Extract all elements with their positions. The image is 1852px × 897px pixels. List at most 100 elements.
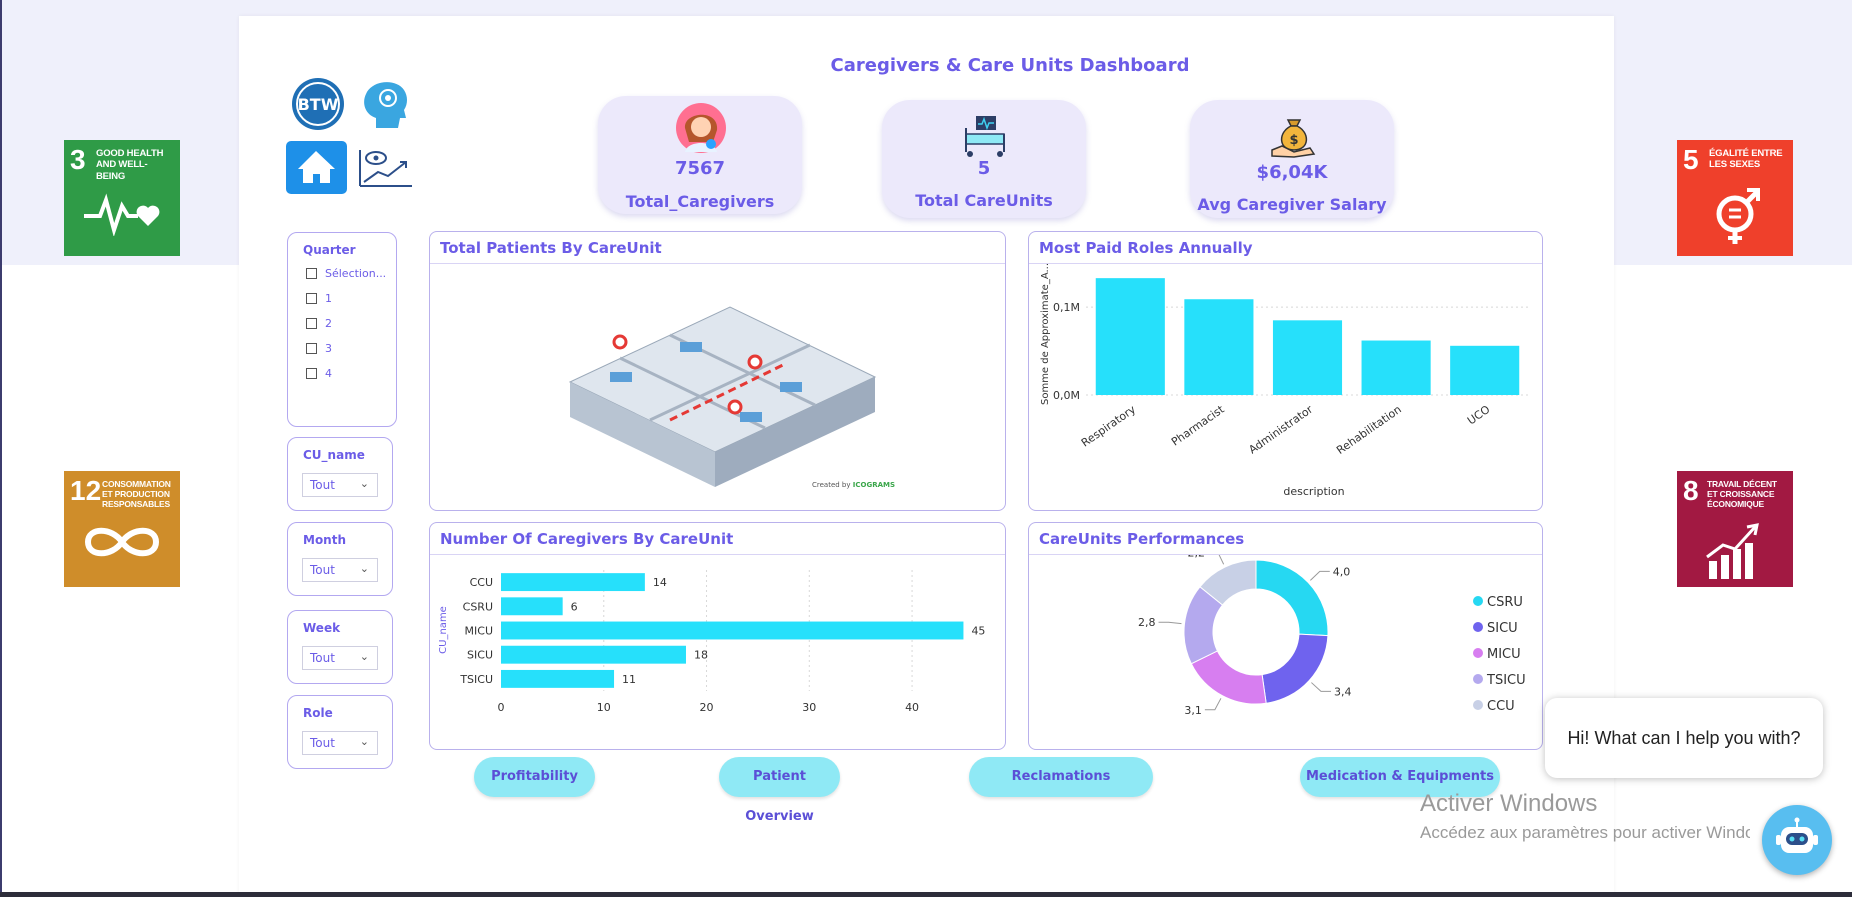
chatbot-button[interactable] <box>1762 805 1832 875</box>
y-tick-label: 0,1M <box>1053 301 1080 314</box>
cu-name-dropdown-value: Tout <box>310 478 335 492</box>
quarter-slicer-title: Quarter <box>303 243 356 257</box>
week-slicer: Week Tout ⌄ <box>287 610 393 684</box>
sdg-8-text: TRAVAIL DÉCENT ET CROISSANCE ÉCONOMIQUE <box>1707 479 1777 510</box>
patients-panel-title: Total Patients By CareUnit <box>440 239 662 257</box>
infinity-loop-icon <box>84 527 160 557</box>
month-slicer-title: Month <box>303 533 347 547</box>
checkbox[interactable] <box>306 318 317 329</box>
checkbox[interactable] <box>306 343 317 354</box>
donut-slice <box>1261 633 1329 704</box>
bar <box>1184 299 1254 395</box>
quarter-slicer: Quarter Sélection... 1 2 3 4 <box>287 232 397 427</box>
y-tick-label: CSRU <box>463 600 493 613</box>
checkbox[interactable] <box>306 368 317 379</box>
role-dropdown[interactable]: Tout ⌄ <box>302 731 378 755</box>
heartbeat-icon <box>84 193 160 236</box>
nurse-avatar-icon <box>676 103 726 153</box>
y-tick-label: CCU <box>470 576 493 589</box>
legend-label: CCU <box>1487 699 1515 714</box>
home-button[interactable] <box>286 141 347 194</box>
y-tick-label: TSICU <box>459 673 493 686</box>
caregivers-hbar-chart: 0 10 20 30 40 CCU 14 CSRU 6 MICU 45 SICU 18 TSICU 11 CU… <box>438 570 985 714</box>
sdg-5-text: ÉGALITÉ ENTRE LES SEXES <box>1709 148 1783 171</box>
x-tick-label: 40 <box>905 701 919 714</box>
panel-divider <box>430 263 1005 264</box>
legend-swatch <box>1473 622 1483 632</box>
home-icon <box>298 151 335 183</box>
month-dropdown-value: Tout <box>310 563 335 577</box>
reclamations-button[interactable]: Reclamations <box>969 757 1153 797</box>
checkbox[interactable] <box>306 293 317 304</box>
data-label: 6 <box>571 600 578 613</box>
page-title: Caregivers & Care Units Dashboard <box>830 55 1190 76</box>
icograms-credit: Created by ICOGRAMS <box>812 481 895 489</box>
sdg-8-number: 8 <box>1683 475 1699 506</box>
month-dropdown[interactable]: Tout ⌄ <box>302 558 378 582</box>
data-label: 2,2 <box>1188 555 1206 560</box>
ai-head-icon[interactable] <box>356 76 414 132</box>
kpi-avg-salary: $ $6,04K Avg Caregiver Salary <box>1190 100 1394 218</box>
chatbot-message-bubble[interactable]: Hi! What can I help you with? <box>1545 698 1823 778</box>
profitability-button[interactable]: Profitability <box>474 757 595 797</box>
data-label: 2,8 <box>1138 616 1156 629</box>
caregivers-panel-title: Number Of Caregivers By CareUnit <box>440 530 734 548</box>
y-axis-label: CU_name <box>438 606 449 654</box>
data-label: 45 <box>971 625 985 638</box>
hospital-bed-icon <box>965 116 1005 157</box>
bar <box>1450 345 1520 395</box>
leader-line <box>1204 698 1222 711</box>
kpi-total-caregivers: 7567 Total_Caregivers <box>598 96 802 214</box>
bar <box>501 621 964 640</box>
data-label: 4,0 <box>1333 565 1351 578</box>
chevron-down-icon: ⌄ <box>359 477 369 490</box>
week-dropdown[interactable]: Tout ⌄ <box>302 646 378 670</box>
caregivers-by-careunit-panel: Number Of Caregivers By CareUnit 0 10 20 30… <box>429 522 1006 750</box>
x-tick-label: Pharmacist <box>1169 402 1227 448</box>
patient-overview-button[interactable]: Patient Overview <box>719 757 840 824</box>
checkbox[interactable] <box>306 268 317 279</box>
icograms-brand: ICOGRAMS <box>852 481 896 489</box>
kpi-salary-value: $6,04K <box>1256 162 1328 183</box>
quarter-option-2[interactable]: 2 <box>306 317 332 330</box>
legend-swatch <box>1473 596 1483 606</box>
analytics-icon[interactable] <box>356 146 414 190</box>
windows-activation-watermark-text: Accédez aux paramètres pour activer Wind… <box>1420 823 1750 842</box>
performance-panel-title: CareUnits Performances <box>1039 530 1245 548</box>
legend-label: CSRU <box>1487 595 1523 610</box>
most-paid-roles-panel: Most Paid Roles Annually 0,0M 0,1M Respira… <box>1028 231 1543 511</box>
sdg-5-tile: 5 ÉGALITÉ ENTRE LES SEXES <box>1677 140 1793 256</box>
quarter-option-label: 3 <box>325 342 332 355</box>
svg-text:$: $ <box>1289 133 1298 148</box>
window-edge <box>0 0 2 897</box>
leader-line <box>1158 621 1182 625</box>
sdg-3-number: 3 <box>70 144 86 175</box>
bar <box>501 645 686 664</box>
quarter-option-select-all[interactable]: Sélection... <box>306 267 386 280</box>
legend-swatch <box>1473 700 1483 710</box>
leader-line <box>1310 570 1330 581</box>
quarter-option-3[interactable]: 3 <box>306 342 332 355</box>
y-axis-label: Somme de Approximate_A... <box>1040 264 1051 405</box>
chevron-down-icon: ⌄ <box>359 562 369 575</box>
sdg-3-text: GOOD HEALTH AND WELL-BEING <box>96 148 164 182</box>
kpi-total-careunits: 5 Total CareUnits <box>882 100 1086 218</box>
quarter-option-1[interactable]: 1 <box>306 292 332 305</box>
growth-chart-icon <box>1706 523 1759 579</box>
roles-panel-title: Most Paid Roles Annually <box>1039 239 1253 257</box>
cu-name-dropdown[interactable]: Tout ⌄ <box>302 473 378 497</box>
role-dropdown-value: Tout <box>310 736 335 750</box>
windows-activation-watermark-title: Activer Windows <box>1420 790 1598 817</box>
quarter-option-label: Sélection... <box>325 267 387 280</box>
quarter-option-4[interactable]: 4 <box>306 367 332 380</box>
quarter-option-label: 4 <box>325 367 332 380</box>
performance-donut-chart: 4,0 3,4 3,1 2,8 2,2 CSRU SICU MICU TSICU CCU <box>1138 555 1526 717</box>
sdg-3-tile: 3 GOOD HEALTH AND WELL-BEING <box>64 140 180 256</box>
bar <box>1272 320 1343 395</box>
legend-label: TSICU <box>1486 673 1526 688</box>
sdg-12-tile: 12 CONSOMMATION ET PRODUCTION RESPONSABL… <box>64 471 180 587</box>
bar <box>501 573 645 592</box>
bar <box>1361 340 1431 395</box>
bar <box>501 669 615 688</box>
x-tick-label: Rehabilitation <box>1334 403 1404 457</box>
